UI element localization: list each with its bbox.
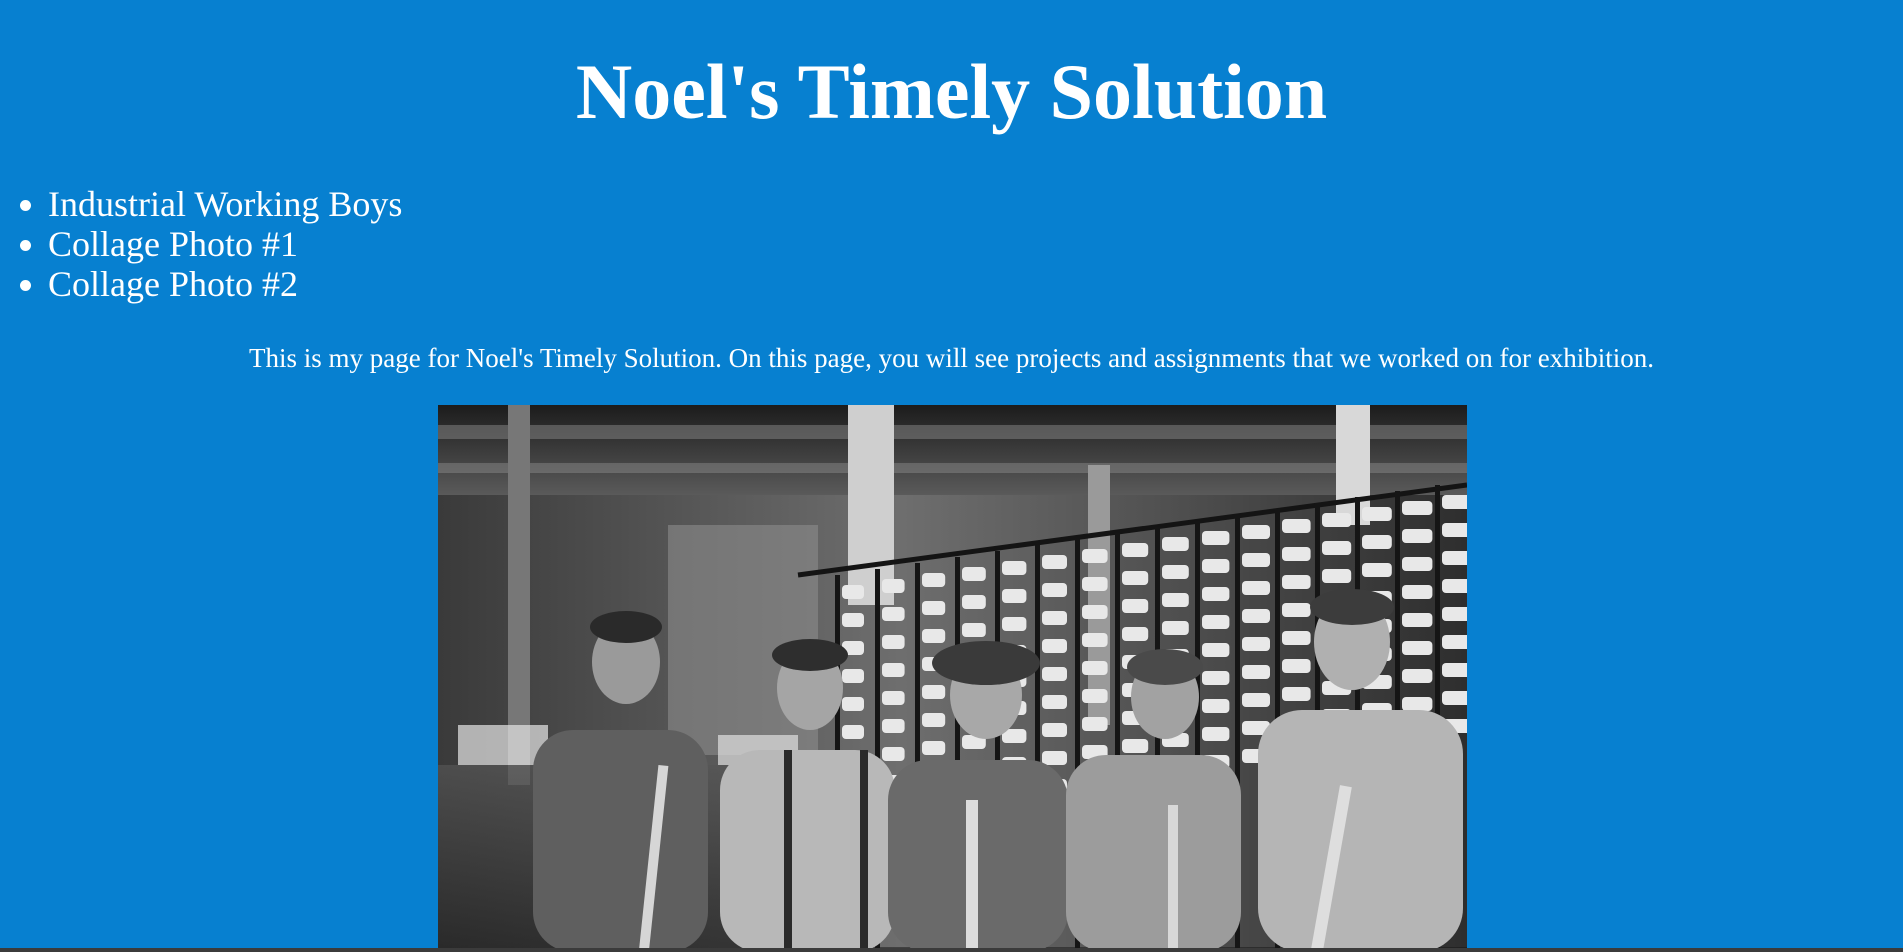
intro-text: This is my page for Noel's Timely Soluti… [249, 343, 1654, 373]
nav-item-industrial-working-boys[interactable]: Industrial Working Boys [48, 184, 402, 224]
factory-boys-photo [438, 405, 1467, 952]
nav-item-collage-photo-2[interactable]: Collage Photo #2 [48, 264, 402, 304]
page-title: Noel's Timely Solution [575, 48, 1328, 135]
nav-list: Industrial Working Boys Collage Photo #1… [0, 184, 402, 304]
page: Noel's Timely Solution Industrial Workin… [0, 0, 1903, 952]
nav-item-collage-photo-1[interactable]: Collage Photo #1 [48, 224, 402, 264]
taskbar [0, 948, 1903, 952]
